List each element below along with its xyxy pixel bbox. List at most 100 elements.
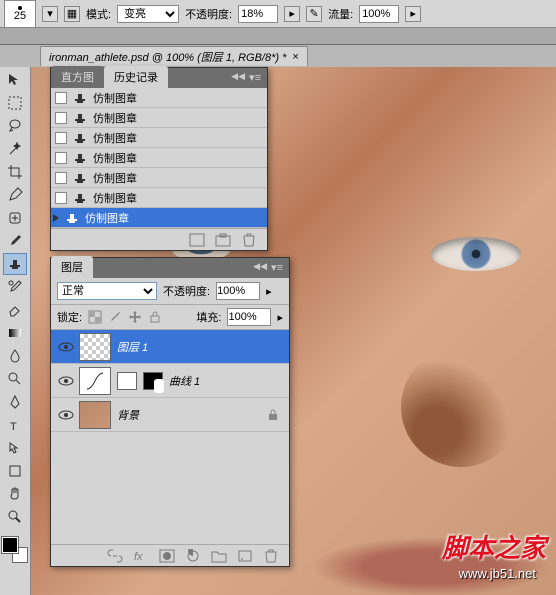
document-tab[interactable]: ironman_athlete.psd @ 100% (图层 1, RGB/8*… bbox=[40, 46, 308, 66]
group-icon[interactable] bbox=[211, 549, 227, 563]
trash-icon[interactable] bbox=[241, 233, 257, 247]
trash-icon[interactable] bbox=[263, 549, 279, 563]
dodge-tool[interactable] bbox=[3, 368, 27, 390]
lock-pixels-icon[interactable] bbox=[108, 310, 122, 324]
gradient-tool[interactable] bbox=[3, 322, 27, 344]
tab-histogram[interactable]: 直方图 bbox=[51, 66, 104, 88]
layer-blend-select[interactable]: 正常 bbox=[57, 282, 157, 300]
close-icon[interactable]: × bbox=[292, 51, 298, 63]
shape-tool[interactable] bbox=[3, 460, 27, 482]
history-item[interactable]: 仿制图章 bbox=[51, 168, 267, 188]
svg-text:fx: fx bbox=[134, 551, 143, 563]
crop-tool[interactable] bbox=[3, 161, 27, 183]
watermark-text: 脚本之家 bbox=[442, 528, 546, 565]
lock-position-icon[interactable] bbox=[128, 310, 142, 324]
history-list: 仿制图章仿制图章仿制图章仿制图章仿制图章仿制图章仿制图章 bbox=[51, 88, 267, 228]
brush-size-label: 25 bbox=[14, 10, 26, 22]
history-brush-tool[interactable] bbox=[3, 276, 27, 298]
layer-row[interactable]: 图层 1 bbox=[51, 330, 289, 364]
watermark-url: www.jb51.net bbox=[459, 566, 536, 581]
lock-all-icon[interactable] bbox=[148, 310, 162, 324]
brush-preview[interactable]: 25 bbox=[4, 0, 36, 28]
brush-toggle-icon[interactable]: ▾ bbox=[42, 6, 58, 22]
history-checkbox[interactable] bbox=[55, 92, 67, 104]
wand-tool[interactable] bbox=[3, 138, 27, 160]
link-icon[interactable] bbox=[107, 549, 123, 563]
history-item[interactable]: 仿制图章 bbox=[51, 108, 267, 128]
blur-tool[interactable] bbox=[3, 345, 27, 367]
layer-row[interactable]: 曲线 1 bbox=[51, 364, 289, 398]
history-checkbox[interactable] bbox=[55, 152, 67, 164]
flow-arrow-icon[interactable]: ▸ bbox=[405, 6, 421, 22]
layers-footer: fx bbox=[51, 544, 289, 566]
type-tool[interactable]: T bbox=[3, 414, 27, 436]
foreground-color[interactable] bbox=[2, 537, 18, 553]
arrow-icon[interactable]: ▸ bbox=[266, 285, 272, 298]
new-doc-icon[interactable] bbox=[189, 233, 205, 247]
zoom-tool[interactable] bbox=[3, 506, 27, 528]
hand-tool[interactable] bbox=[3, 483, 27, 505]
history-checkbox[interactable] bbox=[55, 192, 67, 204]
lasso-tool[interactable] bbox=[3, 115, 27, 137]
history-checkbox[interactable] bbox=[55, 132, 67, 144]
layer-row[interactable]: 背景 bbox=[51, 398, 289, 432]
tab-history[interactable]: 历史记录 bbox=[104, 66, 168, 88]
history-checkbox[interactable] bbox=[55, 112, 67, 124]
history-item[interactable]: 仿制图章 bbox=[51, 188, 267, 208]
history-checkbox[interactable] bbox=[55, 172, 67, 184]
layer-thumb[interactable] bbox=[79, 333, 111, 361]
lock-transparent-icon[interactable] bbox=[88, 310, 102, 324]
healing-tool[interactable] bbox=[3, 207, 27, 229]
marquee-tool[interactable] bbox=[3, 92, 27, 114]
move-tool[interactable] bbox=[3, 69, 27, 91]
control-strip bbox=[0, 28, 556, 45]
path-tool[interactable] bbox=[3, 437, 27, 459]
mask-thumb[interactable] bbox=[117, 372, 137, 390]
history-item[interactable]: 仿制图章 bbox=[51, 208, 267, 228]
history-item[interactable]: 仿制图章 bbox=[51, 88, 267, 108]
fx-icon[interactable]: fx bbox=[133, 549, 149, 563]
tab-layers[interactable]: 图层 bbox=[51, 256, 93, 278]
panel-menu-icon[interactable]: ▾≡ bbox=[271, 261, 283, 274]
layer-thumb[interactable] bbox=[79, 367, 111, 395]
mask-icon[interactable] bbox=[159, 549, 175, 563]
visibility-icon[interactable] bbox=[57, 372, 75, 390]
mask-thumb[interactable] bbox=[143, 372, 163, 390]
collapse-icon[interactable]: ◀◀ bbox=[253, 261, 267, 272]
visibility-icon[interactable] bbox=[57, 338, 75, 356]
adjustment-icon[interactable] bbox=[185, 549, 201, 563]
layer-opacity-label: 不透明度: bbox=[163, 283, 210, 299]
history-item[interactable]: 仿制图章 bbox=[51, 128, 267, 148]
brush-tool[interactable] bbox=[3, 230, 27, 252]
history-label: 仿制图章 bbox=[93, 110, 137, 126]
eyedropper-tool[interactable] bbox=[3, 184, 27, 206]
snapshot-icon[interactable] bbox=[215, 233, 231, 247]
collapse-icon[interactable]: ◀◀ bbox=[231, 71, 245, 82]
mode-label: 模式: bbox=[86, 6, 111, 22]
layer-name: 图层 1 bbox=[117, 339, 287, 355]
stamp-icon bbox=[73, 191, 87, 205]
blend-mode-select[interactable]: 变亮 bbox=[117, 5, 179, 23]
lock-icon bbox=[267, 409, 279, 421]
panel-tabrow: 直方图 历史记录 ◀◀ ▾≡ bbox=[51, 68, 267, 88]
layer-opacity-input[interactable] bbox=[216, 282, 260, 300]
color-swatches[interactable] bbox=[2, 537, 28, 563]
flow-input[interactable] bbox=[359, 5, 399, 23]
layer-name: 曲线 1 bbox=[169, 373, 287, 389]
eraser-tool[interactable] bbox=[3, 299, 27, 321]
options-bar: 25 ▾ ▦ 模式: 变亮 不透明度: ▸ ✎ 流量: ▸ bbox=[0, 0, 556, 28]
visibility-icon[interactable] bbox=[57, 406, 75, 424]
layer-thumb[interactable] bbox=[79, 401, 111, 429]
history-label: 仿制图章 bbox=[93, 130, 137, 146]
clone-stamp-tool[interactable] bbox=[3, 253, 27, 275]
pen-tool[interactable] bbox=[3, 391, 27, 413]
opacity-arrow-icon[interactable]: ▸ bbox=[284, 6, 300, 22]
history-item[interactable]: 仿制图章 bbox=[51, 148, 267, 168]
fill-input[interactable] bbox=[227, 308, 271, 326]
opacity-input[interactable] bbox=[238, 5, 278, 23]
brush-panel-icon[interactable]: ▦ bbox=[64, 6, 80, 22]
arrow-icon[interactable]: ▸ bbox=[277, 311, 283, 324]
pressure-opacity-icon[interactable]: ✎ bbox=[306, 6, 322, 22]
new-layer-icon[interactable] bbox=[237, 549, 253, 563]
panel-menu-icon[interactable]: ▾≡ bbox=[249, 71, 261, 84]
